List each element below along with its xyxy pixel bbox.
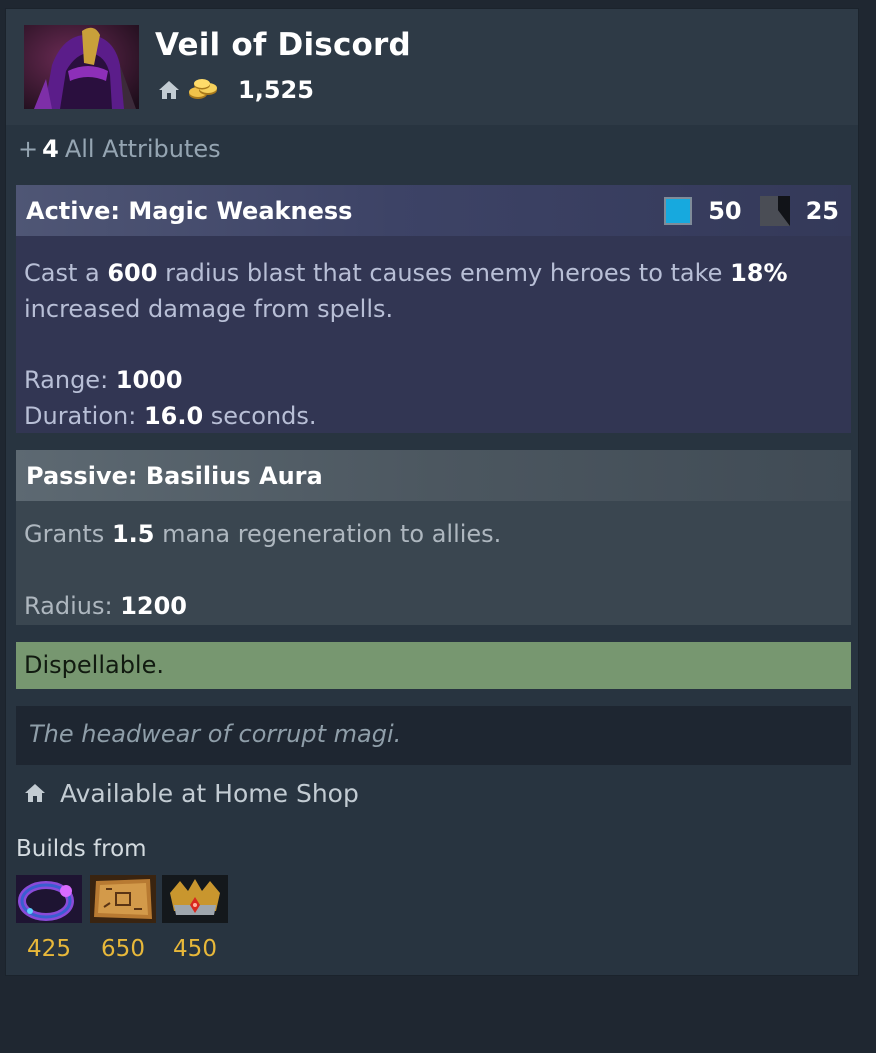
passive-radius: Radius: 1200 (24, 588, 187, 624)
component-cost: 425 (27, 936, 71, 962)
shop-availability: Available at Home Shop (24, 775, 359, 811)
cooldown-icon (759, 196, 790, 226)
lore-box: The headwear of corrupt magi. (16, 706, 851, 765)
builds-from-label: Builds from (16, 836, 147, 862)
mana-cost-icon (664, 197, 693, 225)
duration-value: 16.0 (143, 402, 204, 430)
active-ability-section: Active: Magic Weakness 50 25 Cast a 600 … (16, 185, 851, 433)
passive-ability-description: Grants 1.5 mana regeneration to allies. (24, 516, 501, 552)
passive-ability-title: Passive: Basilius Aura (26, 462, 323, 490)
passive-ability-section: Passive: Basilius Aura Grants 1.5 mana r… (16, 450, 851, 625)
active-duration: Duration: 16.0 seconds. (24, 398, 317, 434)
bonus-value: 4 (42, 135, 59, 163)
item-cost-row: 1,525 (158, 75, 314, 105)
ability-costs: 50 25 (664, 194, 839, 228)
mana-regen-value: 1.5 (111, 520, 155, 548)
home-shop-icon (159, 81, 179, 99)
blast-radius: 600 (107, 259, 158, 287)
ring-icon[interactable] (16, 875, 82, 923)
radius-value: 1200 (120, 592, 187, 620)
active-range: Range: 1000 (24, 362, 183, 398)
desc-text: Grants (24, 520, 112, 548)
component-cost: 650 (101, 936, 145, 962)
lore-text: The headwear of corrupt magi. (29, 720, 402, 748)
gold-coins-icon (189, 79, 217, 99)
tooltip-header: Veil of Discord 1,525 (6, 9, 858, 125)
duration-unit: seconds. (203, 402, 317, 430)
bonus-label: All Attributes (64, 135, 221, 163)
desc-text: radius blast that causes enemy heroes to… (157, 259, 731, 287)
range-label: Range: (24, 366, 116, 394)
active-ability-title: Active: Magic Weakness (26, 197, 353, 225)
bonus-plus: + (18, 135, 39, 163)
dispellable-text: Dispellable. (24, 651, 164, 679)
home-shop-icon (25, 784, 45, 802)
passive-ability-header: Passive: Basilius Aura (16, 450, 851, 501)
item-cost: 1,525 (238, 76, 314, 104)
duration-label: Duration: (24, 402, 144, 430)
component-cost: 450 (173, 936, 217, 962)
range-value: 1000 (115, 366, 183, 394)
attribute-bonus: +4 All Attributes (18, 135, 221, 163)
dispellable-note: Dispellable. (16, 642, 851, 689)
active-ability-header: Active: Magic Weakness 50 25 (16, 185, 851, 236)
veil-of-discord-icon (24, 25, 139, 109)
recipe-scroll-icon[interactable] (90, 875, 156, 923)
active-ability-description: Cast a 600 radius blast that causes enem… (24, 255, 788, 327)
mana-cost-value: 50 (708, 197, 742, 225)
item-tooltip: Veil of Discord 1,525 +4 All Attributes A… (5, 8, 859, 976)
desc-text: mana regeneration to allies. (154, 520, 502, 548)
shop-text: Available at Home Shop (60, 778, 359, 808)
crown-icon[interactable] (162, 875, 228, 923)
radius-label: Radius: (24, 592, 121, 620)
desc-text: Cast a (24, 259, 108, 287)
cooldown-value: 25 (805, 197, 839, 225)
desc-text: increased damage from spells. (24, 295, 394, 323)
item-name: Veil of Discord (155, 27, 411, 63)
damage-percent: 18% (730, 259, 788, 287)
